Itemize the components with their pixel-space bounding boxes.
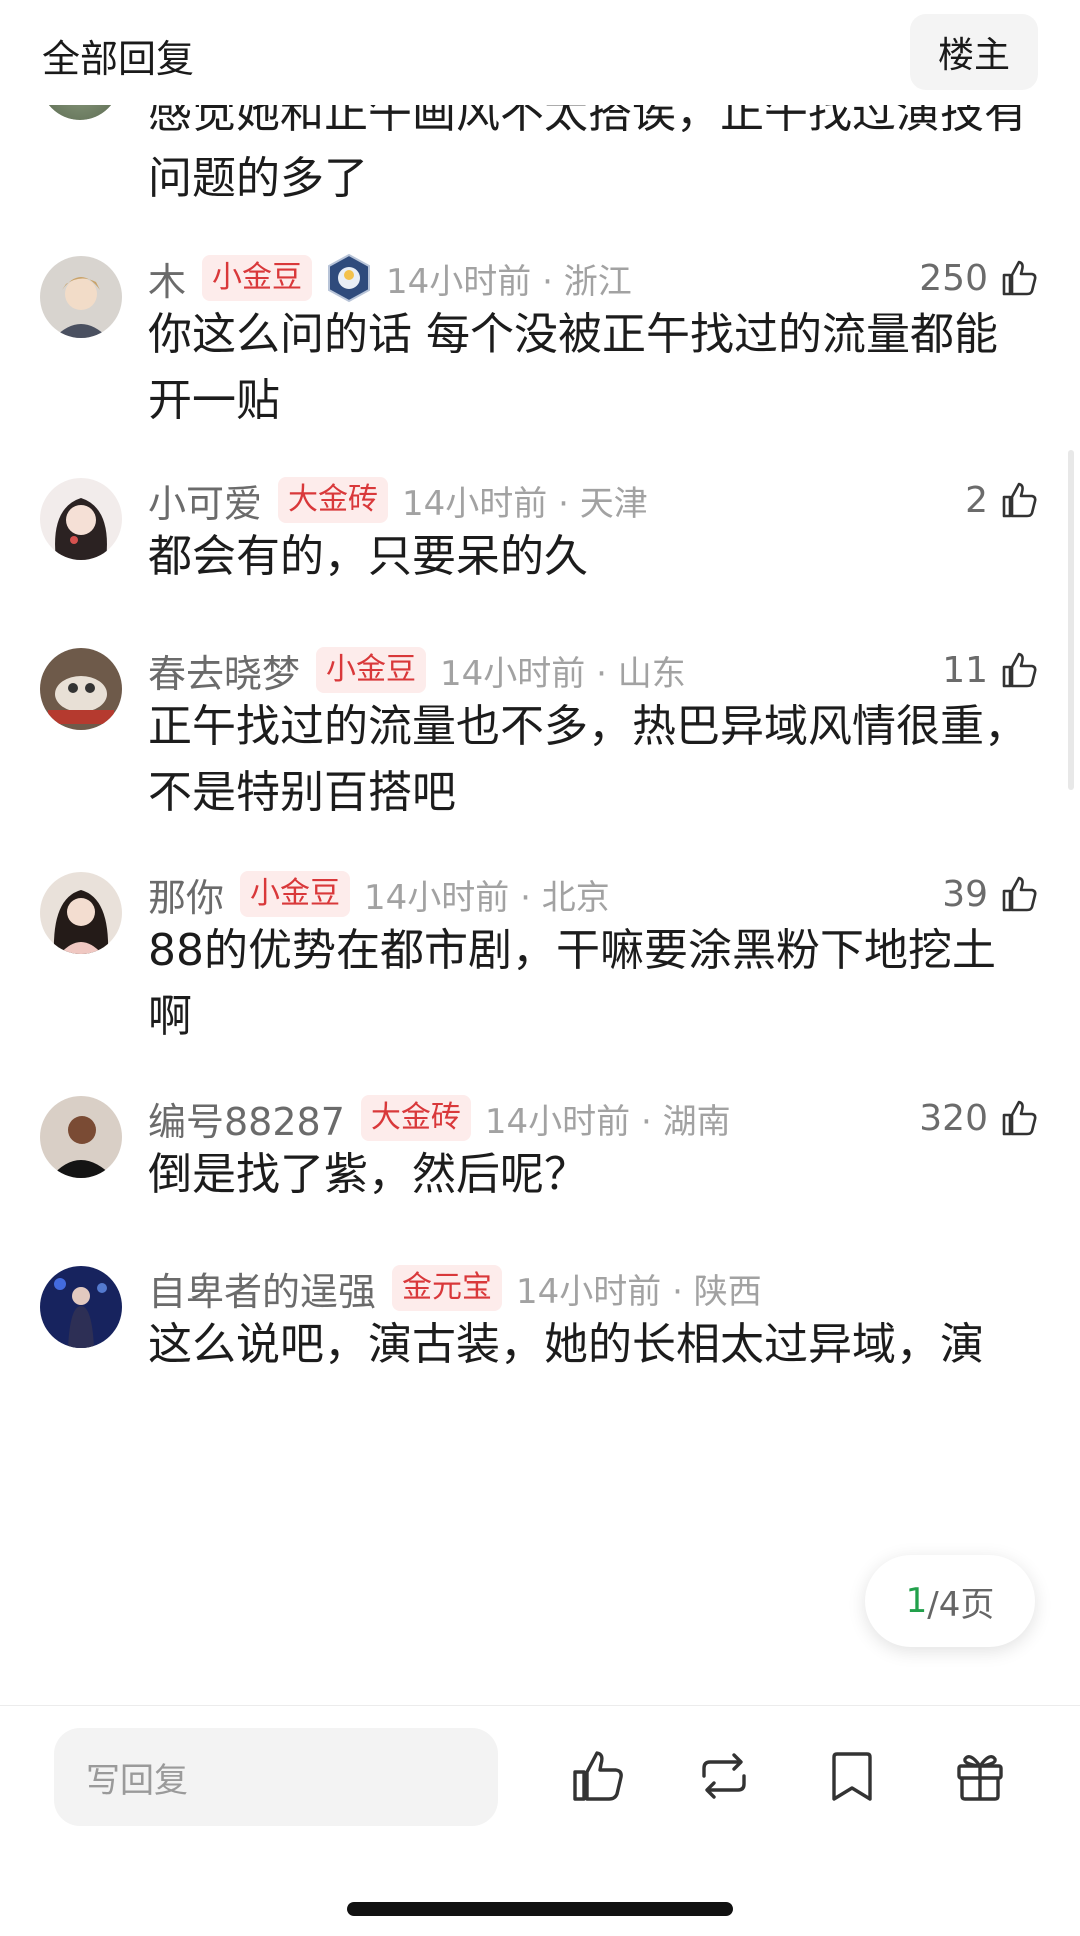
fan-badge[interactable]: 小金豆	[240, 871, 351, 917]
repost-icon[interactable]	[694, 1746, 754, 1806]
comment-text: 正午找过的流量也不多，热巴异域风情很重，不是特别百搭吧	[148, 701, 1028, 818]
time-location: 14小时前 · 天津	[402, 483, 648, 524]
username[interactable]: 春去晓梦	[148, 643, 300, 698]
avatar[interactable]	[40, 648, 122, 730]
like-count: 250	[919, 257, 988, 299]
fan-badge[interactable]: 小金豆	[202, 255, 313, 301]
like-icon[interactable]	[566, 1746, 626, 1806]
total-pages: /4页	[927, 1584, 995, 1625]
comment-text: 都会有的，只要呆的久	[148, 531, 588, 582]
comment-meta: 小可爱 大金砖 14小时前 · 天津	[148, 472, 648, 528]
username[interactable]: 编号88287	[148, 1091, 345, 1146]
fan-badge[interactable]: 大金砖	[278, 477, 389, 523]
username[interactable]: 小可爱	[148, 473, 262, 528]
thumbs-up-icon	[1002, 482, 1037, 518]
like-button[interactable]: 39	[942, 866, 1038, 922]
thumbs-up-icon	[1002, 260, 1037, 296]
fan-badge[interactable]: 大金砖	[360, 1095, 471, 1141]
thumbs-up-icon	[1002, 876, 1037, 912]
avatar[interactable]	[40, 478, 122, 560]
header: 全部回复 楼主	[0, 0, 1080, 105]
comment-meta: 编号88287 大金砖 14小时前 · 湖南	[148, 1090, 731, 1146]
avatar[interactable]	[40, 256, 122, 338]
scrollbar[interactable]	[1068, 450, 1074, 790]
username[interactable]: 自卑者的逞强	[148, 1261, 376, 1316]
like-count: 2	[965, 479, 988, 521]
thumbs-up-icon	[1002, 1100, 1037, 1136]
time-location: 14小时前 · 浙江	[386, 261, 632, 302]
comment-text: 倒是找了紫，然后呢？	[148, 1149, 588, 1200]
comment-meta: 那你 小金豆 14小时前 · 北京	[148, 866, 610, 922]
comment-text: 你这么问的话 每个没被正午找过的流量都能开一贴	[148, 309, 998, 426]
comment-meta: 木 小金豆 14小时前 · 浙江	[148, 250, 632, 306]
home-indicator[interactable]	[347, 1902, 733, 1916]
reply-input[interactable]: 写回复	[54, 1728, 498, 1826]
avatar[interactable]	[40, 1266, 122, 1348]
current-page: 1	[905, 1581, 928, 1621]
time-location: 14小时前 · 北京	[364, 877, 610, 918]
page-title: 全部回复	[42, 37, 195, 81]
like-button[interactable]: 250	[919, 250, 1038, 306]
like-count: 39	[942, 873, 988, 915]
username[interactable]: 木	[148, 251, 186, 306]
comment-meta: 春去晓梦 小金豆 14小时前 · 山东	[148, 642, 686, 698]
comment-text: 这么说吧，演古装，她的长相太过异域，演	[148, 1319, 984, 1370]
like-button[interactable]: 11	[942, 642, 1038, 698]
comment-text: 88的优势在都市剧，干嘛要涂黑粉下地挖土啊	[148, 925, 996, 1042]
like-button[interactable]: 320	[919, 1090, 1038, 1146]
username[interactable]: 那你	[148, 867, 224, 922]
like-count: 320	[919, 1097, 988, 1139]
page-indicator[interactable]: 1 /4页	[865, 1555, 1035, 1647]
medal-icon[interactable]	[326, 253, 372, 303]
like-button[interactable]: 2	[965, 472, 1038, 528]
time-location: 14小时前 · 山东	[440, 653, 686, 694]
fan-badge[interactable]: 金元宝	[392, 1265, 503, 1311]
op-only-button[interactable]: 楼主	[910, 14, 1038, 90]
like-count: 11	[942, 649, 988, 691]
bottom-action-bar: 写回复	[0, 1705, 1080, 1936]
gift-icon[interactable]	[950, 1746, 1010, 1806]
avatar[interactable]	[40, 1096, 122, 1178]
avatar[interactable]	[40, 872, 122, 954]
fan-badge[interactable]: 小金豆	[316, 647, 427, 693]
comment-meta: 自卑者的逞强 金元宝 14小时前 · 陕西	[148, 1260, 762, 1316]
bookmark-icon[interactable]	[822, 1746, 882, 1806]
time-location: 14小时前 · 陕西	[516, 1271, 762, 1312]
time-location: 14小时前 · 湖南	[484, 1101, 731, 1142]
thumbs-up-icon	[1002, 652, 1037, 688]
